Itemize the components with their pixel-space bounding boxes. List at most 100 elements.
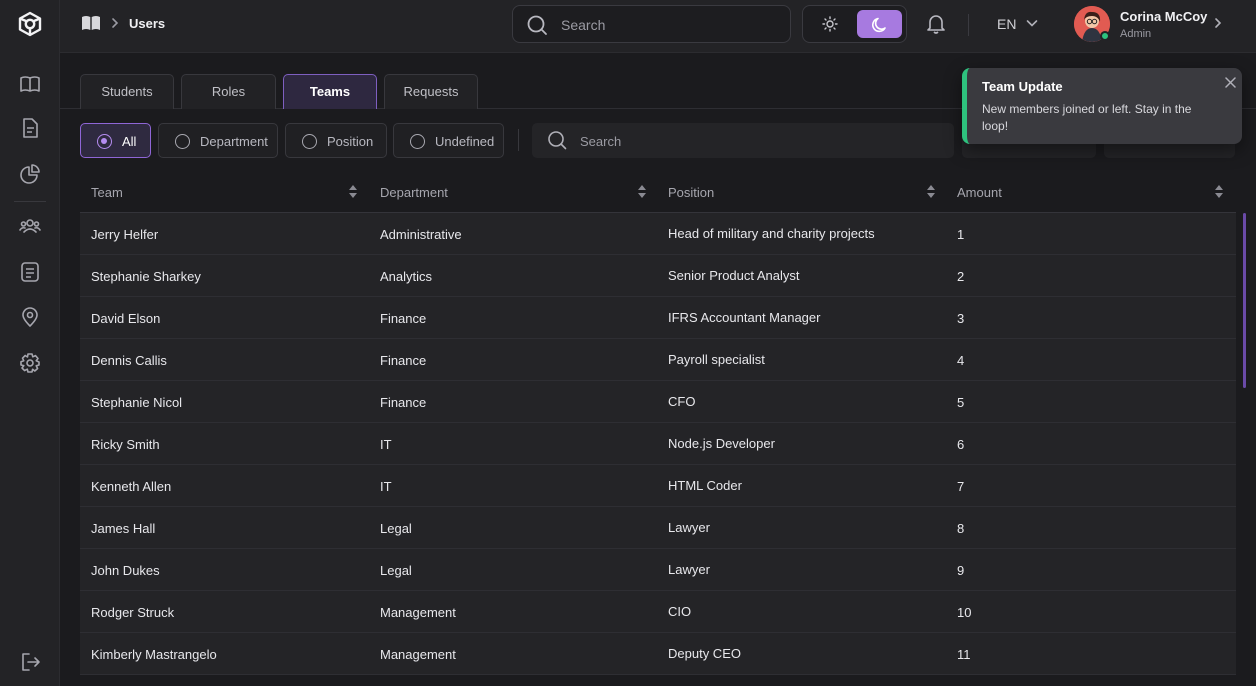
- cell-team: Rodger Struck: [91, 605, 175, 620]
- filter-undefined[interactable]: Undefined: [393, 123, 504, 158]
- chevron-down-icon[interactable]: [1026, 18, 1038, 28]
- radio-icon: [175, 134, 190, 149]
- toast-message: New members joined or left. Stay in the …: [982, 102, 1192, 133]
- filter-divider: [518, 129, 519, 151]
- cell-position: Node.js Developer: [668, 436, 775, 451]
- column-header-team[interactable]: Team: [91, 185, 123, 200]
- pie-chart-icon[interactable]: [19, 163, 41, 185]
- online-status-dot: [1100, 31, 1110, 41]
- cell-department: Analytics: [380, 269, 433, 284]
- column-header-department[interactable]: Department: [380, 185, 448, 200]
- cell-department: Finance: [380, 395, 427, 410]
- book-icon[interactable]: [19, 73, 41, 95]
- column-header-amount[interactable]: Amount: [957, 185, 1002, 200]
- filter-position[interactable]: Position: [285, 123, 387, 158]
- cell-amount: 4: [957, 353, 965, 368]
- cell-position: Lawyer: [668, 520, 710, 535]
- table-row[interactable]: Stephanie Sharkey Analytics Senior Product…: [80, 255, 1236, 297]
- teams-table: Team Department Position Amount Jerry He…: [80, 172, 1236, 675]
- cell-department: Management: [380, 605, 456, 620]
- cell-position: Deputy CEO: [668, 646, 741, 661]
- table-row[interactable]: Jerry Helfer Administrative Head of milita…: [80, 213, 1236, 255]
- user-name[interactable]: Corina McCoy: [1120, 9, 1207, 24]
- cell-department: Administrative: [380, 227, 462, 242]
- cell-amount: 6: [957, 437, 965, 452]
- sun-icon: [822, 16, 838, 32]
- logout-icon[interactable]: [19, 651, 41, 673]
- cell-amount: 9: [957, 563, 965, 578]
- toast-notification: Team Update New members joined or left. …: [962, 68, 1242, 144]
- toast-title: Team Update: [982, 79, 1063, 94]
- breadcrumb-chevron-icon: [110, 17, 120, 29]
- table-row[interactable]: Dennis Callis Finance Payroll specialist 4: [80, 339, 1236, 381]
- table-row[interactable]: John Dukes Legal Lawyer 9: [80, 549, 1236, 591]
- cell-team: John Dukes: [91, 563, 160, 578]
- table-row[interactable]: Stephanie Nicol Finance CFO 5: [80, 381, 1236, 423]
- chevron-right-icon[interactable]: [1213, 17, 1223, 29]
- cell-department: Finance: [380, 311, 427, 326]
- table-row[interactable]: Rodger Struck Management CIO 10: [80, 591, 1236, 633]
- divider: [968, 14, 969, 36]
- sort-icon[interactable]: [1215, 185, 1223, 198]
- column-header-position[interactable]: Position: [668, 185, 714, 200]
- user-role: Admin: [1120, 28, 1152, 40]
- language-selector[interactable]: EN: [997, 16, 1016, 32]
- table-row[interactable]: James Hall Legal Lawyer 8: [80, 507, 1236, 549]
- table-row[interactable]: David Elson Finance IFRS Accountant Manage…: [80, 297, 1236, 339]
- cell-amount: 1: [957, 227, 965, 242]
- dark-mode-button[interactable]: [857, 10, 902, 38]
- cell-team: Stephanie Nicol: [91, 395, 183, 410]
- moon-icon: [871, 17, 886, 33]
- close-icon[interactable]: [1225, 77, 1236, 88]
- table-header: Team Department Position Amount: [80, 172, 1236, 213]
- cell-team: Ricky Smith: [91, 437, 160, 452]
- filter-department[interactable]: Department: [158, 123, 278, 158]
- cell-team: Stephanie Sharkey: [91, 269, 201, 284]
- cell-department: IT: [380, 479, 392, 494]
- cell-team: David Elson: [91, 311, 161, 326]
- light-mode-button[interactable]: [809, 10, 851, 38]
- tab-students[interactable]: Students: [80, 74, 174, 109]
- breadcrumb-current: Users: [129, 16, 166, 31]
- cell-position: IFRS Accountant Manager: [668, 310, 821, 325]
- radio-icon: [410, 134, 425, 149]
- location-icon[interactable]: [19, 306, 41, 328]
- cell-amount: 11: [957, 647, 971, 662]
- sort-icon[interactable]: [349, 185, 357, 198]
- table-search-input[interactable]: [580, 131, 920, 151]
- users-icon[interactable]: [19, 215, 41, 237]
- settings-icon[interactable]: [19, 352, 41, 374]
- global-search[interactable]: [512, 5, 791, 43]
- scrollbar[interactable]: [1243, 213, 1246, 388]
- cell-department: Management: [380, 647, 456, 662]
- logo-icon[interactable]: [17, 11, 43, 37]
- cell-team: Kenneth Allen: [91, 479, 172, 494]
- theme-toggle: [802, 5, 907, 43]
- global-search-input[interactable]: [561, 14, 771, 36]
- bell-icon[interactable]: [926, 13, 946, 35]
- filter-all[interactable]: All: [80, 123, 151, 158]
- sort-icon[interactable]: [638, 185, 646, 198]
- cell-position: CIO: [668, 604, 692, 619]
- table-row[interactable]: Kenneth Allen IT HTML Coder 7: [80, 465, 1236, 507]
- tab-roles[interactable]: Roles: [181, 74, 276, 109]
- tab-teams[interactable]: Teams: [283, 74, 377, 109]
- list-icon[interactable]: [19, 261, 41, 283]
- radio-icon: [97, 134, 112, 149]
- table-search[interactable]: [532, 123, 954, 158]
- cell-team: Kimberly Mastrangelo: [91, 647, 217, 662]
- search-icon: [547, 130, 567, 150]
- breadcrumb-book-icon[interactable]: [81, 14, 101, 32]
- table-row[interactable]: Ricky Smith IT Node.js Developer 6: [80, 423, 1236, 465]
- sidebar: [0, 0, 60, 686]
- tab-requests[interactable]: Requests: [384, 74, 478, 109]
- cell-team: Jerry Helfer: [91, 227, 159, 242]
- table-row[interactable]: Kimberly Mastrangelo Management Deputy CEO…: [80, 633, 1236, 675]
- sort-icon[interactable]: [927, 185, 935, 198]
- cell-position: Senior Product Analyst: [668, 268, 800, 283]
- cell-amount: 10: [957, 605, 972, 620]
- document-icon[interactable]: [19, 117, 41, 139]
- cell-amount: 7: [957, 479, 965, 494]
- cell-position: CFO: [668, 394, 696, 409]
- filter-all-label: All: [122, 134, 137, 149]
